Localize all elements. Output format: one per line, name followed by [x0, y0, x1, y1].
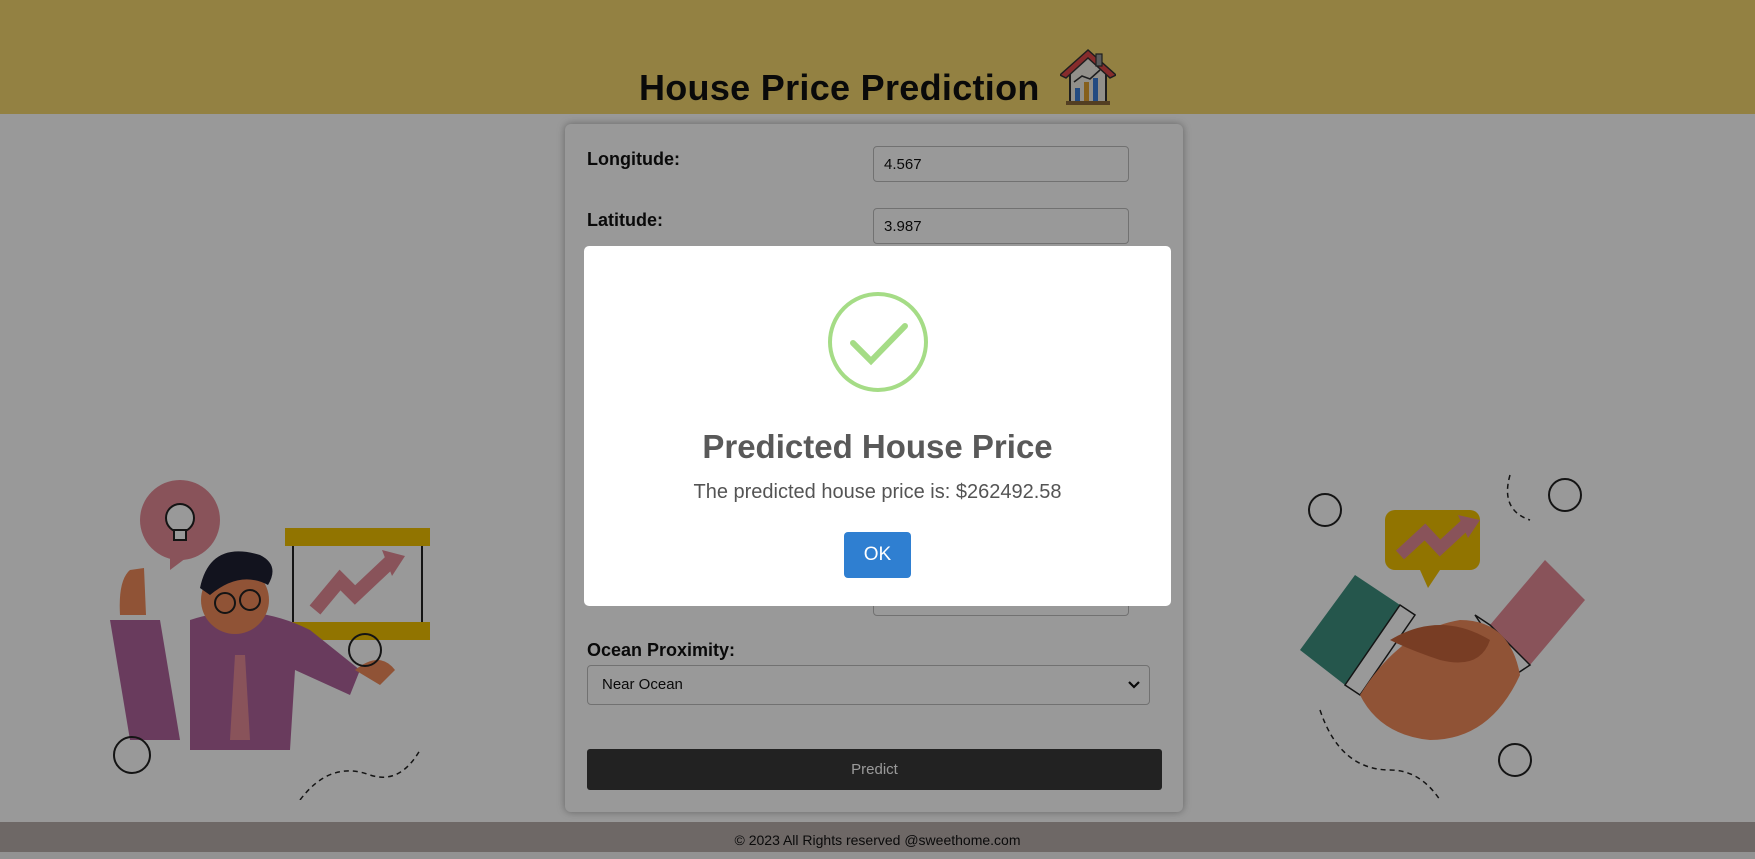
success-check-icon	[828, 292, 928, 392]
modal-title: Predicted House Price	[702, 428, 1053, 465]
result-modal: Predicted House Price The predicted hous…	[584, 246, 1171, 606]
modal-message: The predicted house price is: $262492.58	[693, 481, 1062, 503]
ok-button[interactable]: OK	[844, 532, 911, 578]
page: House Price Prediction Longitude: 4.567 …	[0, 0, 1755, 859]
